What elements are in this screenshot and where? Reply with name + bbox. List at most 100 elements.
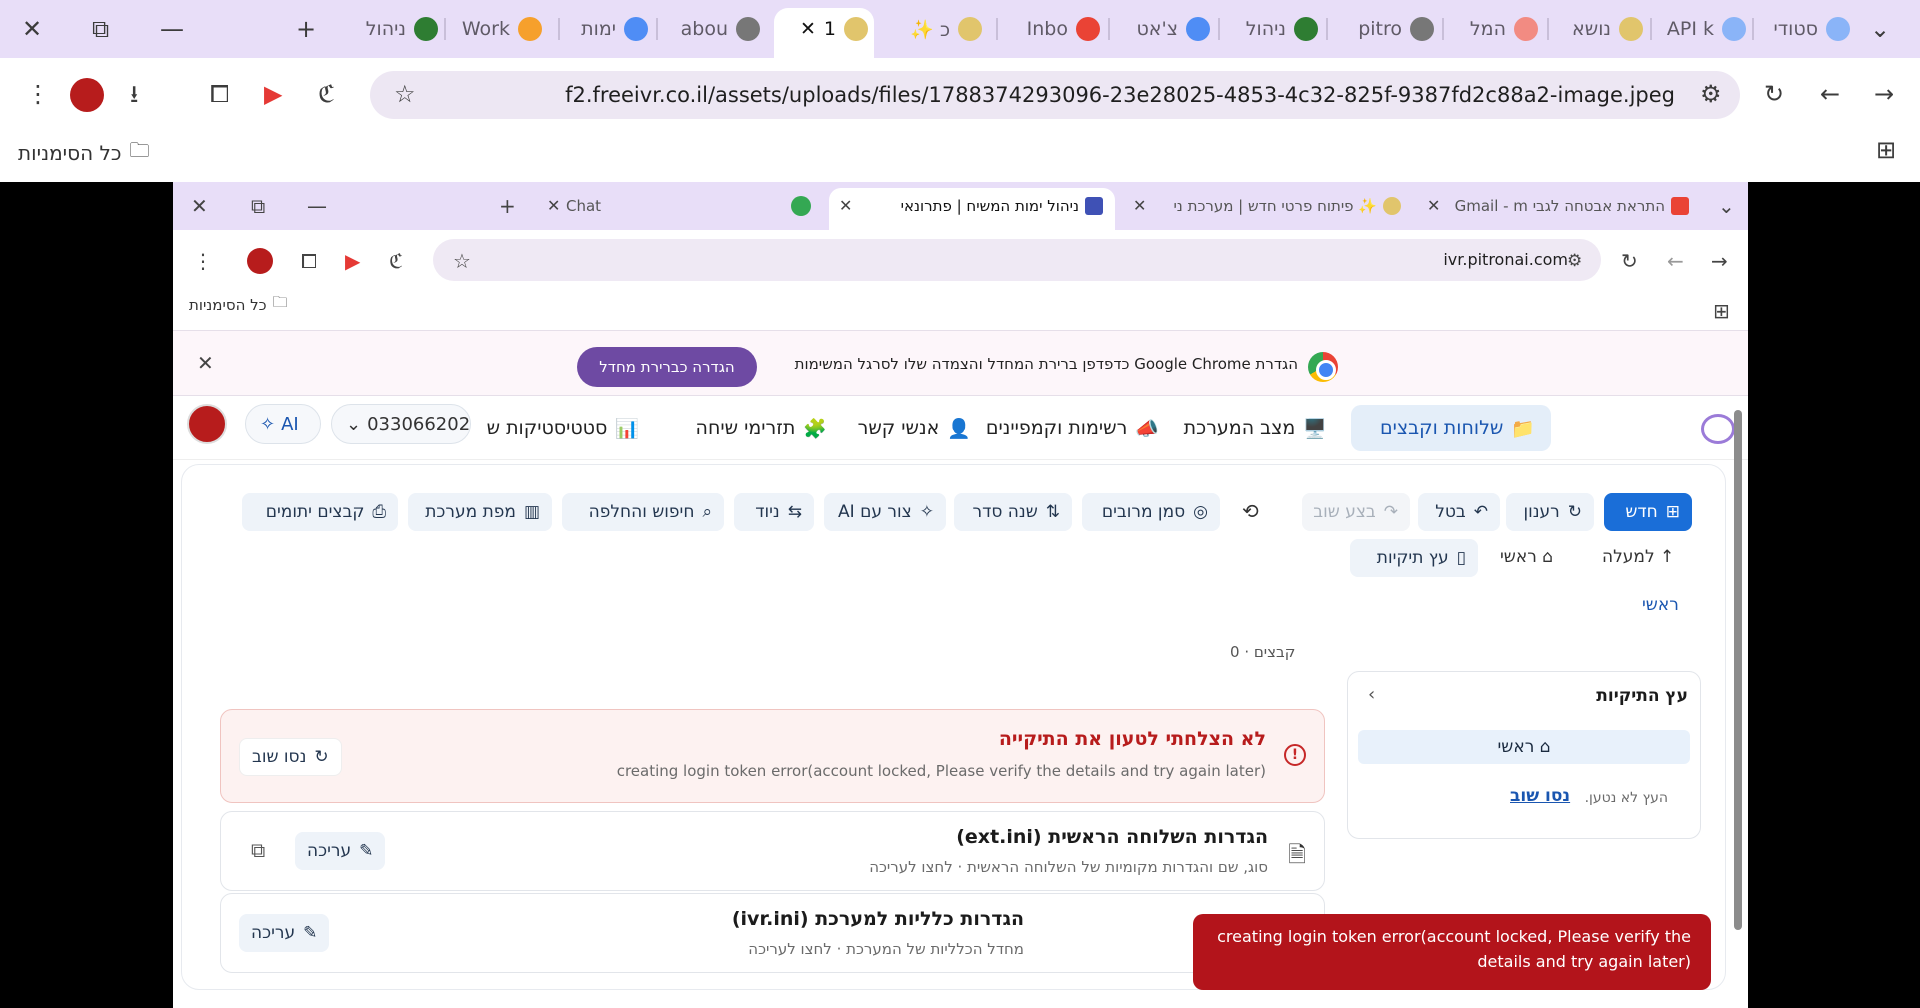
new-button[interactable]: ⊞ חדש xyxy=(1604,493,1692,531)
outer-tab[interactable]: ניהול xyxy=(1226,10,1318,48)
outer-tab[interactable]: כ ✨ xyxy=(890,10,982,48)
outer-tab[interactable]: Inbo xyxy=(1004,10,1100,48)
download-icon[interactable]: ⭳ xyxy=(130,80,138,108)
settings-card-ivr[interactable]: הגדרות כלליות למערכת (ivr.ini) מחדל הכלל… xyxy=(220,893,1325,973)
forward-icon[interactable]: → xyxy=(1874,80,1894,108)
close-icon[interactable]: ✕ xyxy=(1427,195,1440,217)
redo-icon: ↷ xyxy=(1383,502,1398,522)
system-map-button[interactable]: ▥ מפת מערכת xyxy=(408,493,552,531)
avatar[interactable] xyxy=(247,248,273,274)
apps-grid-icon[interactable]: ⊞ xyxy=(1876,136,1896,164)
restore-icon[interactable]: ⧉ xyxy=(92,15,109,43)
outer-tab[interactable]: API k xyxy=(1658,10,1746,48)
close-icon[interactable]: ✕ xyxy=(197,352,214,374)
close-window-icon[interactable]: ✕ xyxy=(191,195,208,217)
refresh-button[interactable]: ↻ רענון xyxy=(1506,493,1594,531)
tab-search-icon[interactable]: ⌄ xyxy=(1718,195,1735,217)
outer-tab[interactable]: צ'אט xyxy=(1116,10,1210,48)
edit-button[interactable]: ✎ עריכה xyxy=(239,914,330,952)
avatar[interactable] xyxy=(70,78,104,112)
apps-grid-icon[interactable]: ⊞ xyxy=(1713,300,1730,322)
ai-button[interactable]: ✧ AI xyxy=(245,404,321,444)
restore-icon[interactable]: ⧉ xyxy=(251,195,265,217)
outer-tab[interactable]: 1 ✕ xyxy=(782,10,868,48)
inner-tab[interactable]: ניהול ימות המשיח | פתרונאי xyxy=(863,191,1103,221)
site-settings-icon[interactable]: ⚙ xyxy=(1567,250,1582,272)
inner-tab[interactable]: Chat xyxy=(558,191,818,221)
chevron-left-icon[interactable]: ‹ xyxy=(1368,684,1375,705)
history-icon[interactable]: ⟲ xyxy=(1242,499,1259,523)
retry-button[interactable]: ↻ נסו שוב xyxy=(239,738,342,776)
star-icon[interactable]: ☆ xyxy=(453,250,471,272)
minimize-icon[interactable]: — xyxy=(307,195,327,217)
record-icon[interactable]: ▶ xyxy=(264,80,282,108)
copy-icon[interactable]: ⧉ xyxy=(251,838,265,862)
tab-search-icon[interactable]: ⌄ xyxy=(1870,15,1890,43)
move-button[interactable]: ⇆ ניוד xyxy=(734,493,814,531)
outer-tab[interactable]: abou xyxy=(664,10,760,48)
edit-button[interactable]: ✎ עריכה xyxy=(295,832,386,870)
forward-icon[interactable]: → xyxy=(1711,250,1728,272)
search-replace-button[interactable]: ⌕ חיפוש והחלפה xyxy=(562,493,724,531)
record-icon[interactable]: ▶ xyxy=(345,250,360,272)
minimize-icon[interactable]: — xyxy=(160,15,184,43)
bookmarks-folder[interactable]: 🗀 כל הסימניות xyxy=(18,136,149,170)
outer-tab[interactable]: נושא xyxy=(1555,10,1643,48)
up-button[interactable]: ↑ למעלה xyxy=(1602,547,1674,567)
extension-icon[interactable]: ℭ xyxy=(389,250,403,272)
puzzle-icon[interactable]: ⧠ xyxy=(301,250,317,272)
breadcrumb[interactable]: ראשי xyxy=(1642,595,1679,615)
inner-url[interactable]: ivr.pitronai.com xyxy=(1443,250,1568,269)
outer-tab[interactable]: סטודי xyxy=(1760,10,1850,48)
select-multiple-button[interactable]: ◎ סמן מרובים xyxy=(1082,493,1220,531)
inner-address-bar[interactable] xyxy=(433,239,1601,281)
outer-tab[interactable]: ימות xyxy=(566,10,648,48)
back-icon[interactable]: ← xyxy=(1667,250,1684,272)
menu-icon[interactable]: ⋮ xyxy=(26,80,50,108)
inner-tab[interactable]: ✨ פיתוח פרטי חדש | מערכת ני xyxy=(1131,191,1401,221)
tree-root-item[interactable]: ⌂ ראשי xyxy=(1358,730,1690,764)
star-icon[interactable]: ☆ xyxy=(394,80,416,108)
reorder-button[interactable]: ⇅ שנה סדר xyxy=(954,493,1072,531)
inner-tab[interactable]: התראת אבטחה לגבי Gmail - m xyxy=(1419,191,1689,221)
undo-button[interactable]: ↶ בטל xyxy=(1418,493,1500,531)
nav-item-campaigns[interactable]: 📣 רשימות וקמפיינים xyxy=(975,405,1175,451)
new-tab-icon[interactable]: + xyxy=(296,15,316,43)
outer-tab[interactable]: המל xyxy=(1450,10,1538,48)
scrollbar[interactable] xyxy=(1734,410,1742,930)
puzzle-icon[interactable]: ⧠ xyxy=(210,80,229,108)
close-icon[interactable]: ✕ xyxy=(1133,195,1146,217)
home-button[interactable]: ⌂ ראשי xyxy=(1500,547,1553,567)
set-default-button[interactable]: הגדרה כברירת מחדל xyxy=(577,347,757,387)
outer-tab[interactable]: pitro xyxy=(1334,10,1434,48)
outer-url[interactable]: f2.freeivr.co.il/assets/uploads/files/17… xyxy=(565,83,1675,107)
user-avatar[interactable] xyxy=(187,404,227,444)
close-icon[interactable]: ✕ xyxy=(800,18,816,40)
new-tab-icon[interactable]: + xyxy=(499,195,516,217)
back-icon[interactable]: ← xyxy=(1820,80,1840,108)
site-settings-icon[interactable]: ⚙ xyxy=(1700,80,1722,108)
nav-item-system-status[interactable]: 🖥️ מצב המערכת xyxy=(1173,405,1343,451)
close-icon[interactable]: ✕ xyxy=(547,195,560,217)
nav-item-call-flows[interactable]: 🧩 תזרימי שיחה xyxy=(693,405,843,451)
outer-tab[interactable]: ניהול xyxy=(348,10,438,48)
error-toast[interactable]: creating login token error(account locke… xyxy=(1193,914,1711,990)
folder-tree-button[interactable]: ▯ עץ תיקיות xyxy=(1350,539,1478,577)
nav-item-statistics[interactable]: 📊 סטטיסטיקות ש xyxy=(487,405,655,451)
phone-select[interactable]: ⌄ 033066202 xyxy=(331,404,471,444)
settings-card-ext[interactable]: 🗎 הגדרות השלוחה הראשית (ext.ini) סוג, שם… xyxy=(220,811,1325,891)
reload-icon[interactable]: ↻ xyxy=(1764,80,1784,108)
menu-icon[interactable]: ⋮ xyxy=(193,250,213,272)
nav-item-extensions[interactable]: 📁 שלוחות וקבצים xyxy=(1351,405,1551,451)
tree-retry-link[interactable]: נסו שוב xyxy=(1510,786,1570,806)
create-ai-button[interactable]: ✧ צור עם AI xyxy=(824,493,946,531)
reload-icon[interactable]: ↻ xyxy=(1621,250,1638,272)
extension-icon[interactable]: ℭ xyxy=(318,80,335,108)
outer-tab[interactable]: Work xyxy=(452,10,542,48)
close-icon[interactable]: ✕ xyxy=(839,195,852,217)
nav-item-contacts[interactable]: 👤 אנשי קשר xyxy=(857,405,987,451)
redo-button[interactable]: ↷ בצע שוב xyxy=(1302,493,1410,531)
close-window-icon[interactable]: ✕ xyxy=(22,15,42,43)
bookmarks-folder[interactable]: 🗀 כל הסימניות xyxy=(189,292,288,317)
orphan-files-button[interactable]: ⎙ קבצים יתומים xyxy=(242,493,398,531)
